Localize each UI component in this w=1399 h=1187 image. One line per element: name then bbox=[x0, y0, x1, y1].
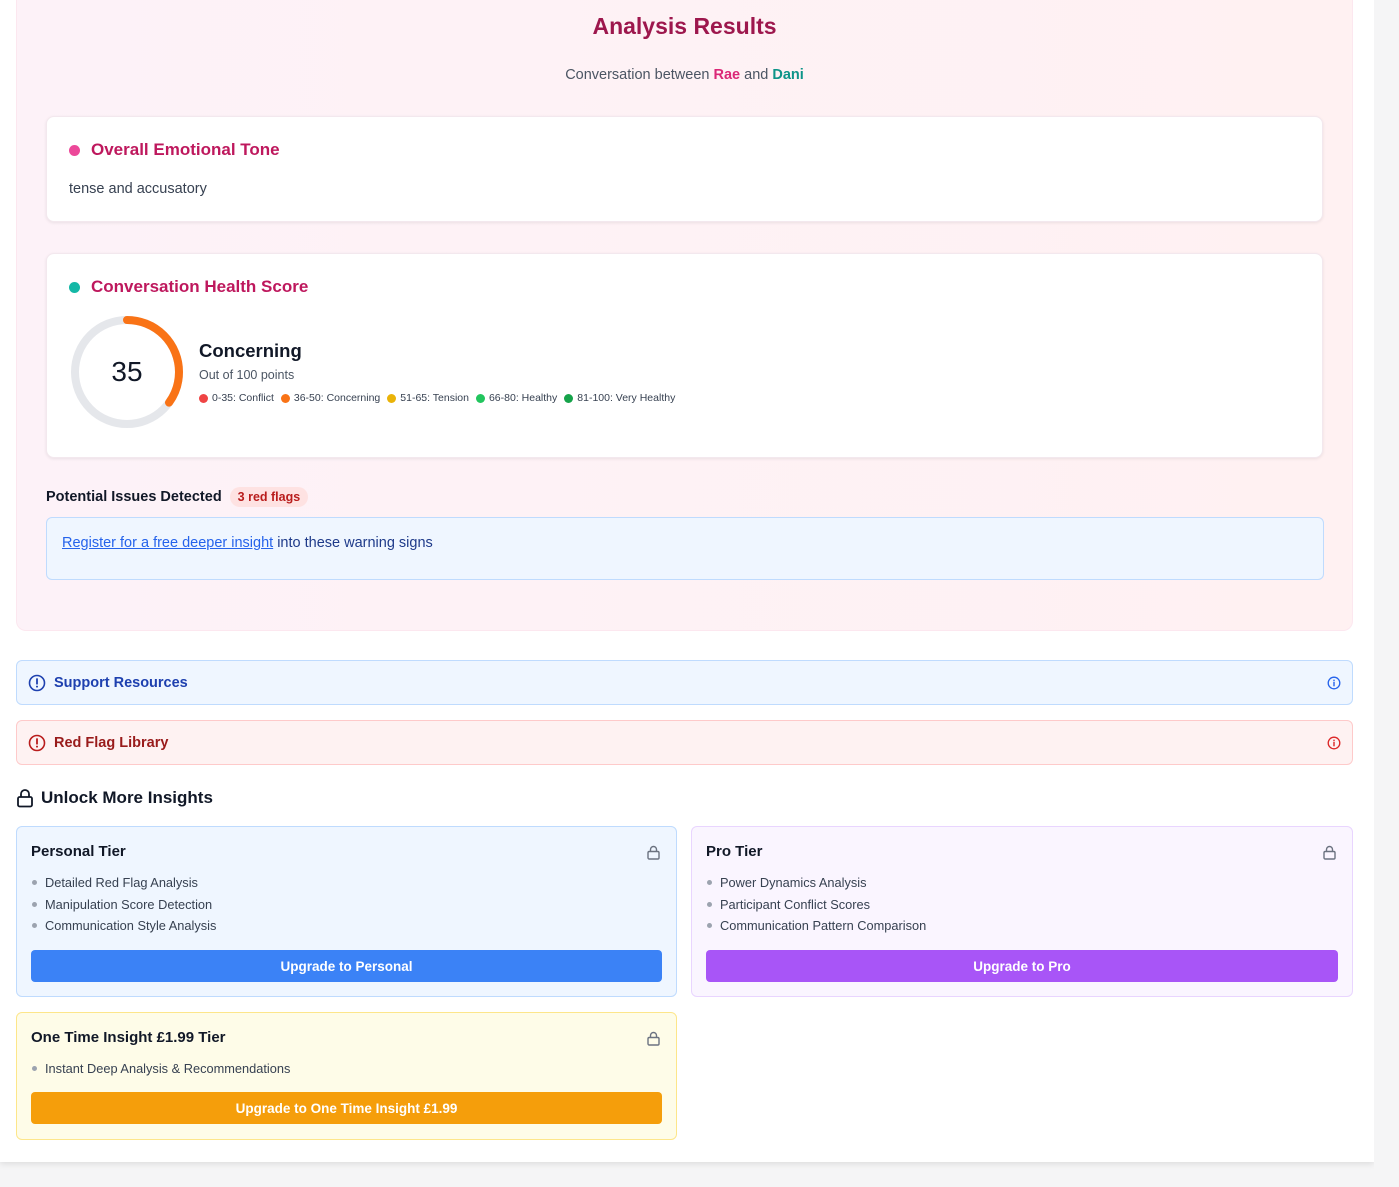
legend-item: 51-65: Tension bbox=[387, 392, 469, 404]
personal-tier-features: Detailed Red Flag Analysis Manipulation … bbox=[31, 872, 662, 937]
pro-tier-features: Power Dynamics Analysis Participant Conf… bbox=[706, 872, 1338, 937]
pro-tier-card: Pro Tier Power Dynamics Analysis Partici… bbox=[691, 826, 1353, 997]
one-time-tier-features: Instant Deep Analysis & Recommendations bbox=[31, 1058, 662, 1080]
red-flag-library-accordion[interactable]: Red Flag Library bbox=[16, 720, 1353, 765]
emotional-tone-card: Overall Emotional Tone tense and accusat… bbox=[46, 116, 1323, 222]
upgrade-one-time-button[interactable]: Upgrade to One Time Insight £1.99 bbox=[31, 1092, 662, 1124]
legend-label: 66-80: Healthy bbox=[488, 392, 558, 404]
info-icon[interactable] bbox=[1327, 736, 1341, 750]
unlock-insights-title: Unlock More Insights bbox=[41, 788, 213, 807]
legend-dot-icon bbox=[475, 393, 485, 403]
health-score-title: Conversation Health Score bbox=[91, 277, 309, 296]
legend-item: 0-35: Conflict bbox=[199, 392, 274, 404]
subtitle-prefix: Conversation between bbox=[565, 67, 710, 83]
alert-circle-icon bbox=[28, 674, 46, 691]
legend-label: 36-50: Concerning bbox=[293, 392, 381, 404]
conversation-subtitle: Conversation between Rae and Dani bbox=[17, 67, 1352, 83]
red-flags-badge: 3 red flags bbox=[229, 487, 309, 507]
scrollbar[interactable] bbox=[1374, 0, 1399, 1187]
personal-tier-title: Personal Tier bbox=[31, 843, 126, 860]
upgrade-personal-button[interactable]: Upgrade to Personal bbox=[31, 950, 662, 982]
lock-icon bbox=[17, 789, 33, 808]
legend-item: 66-80: Healthy bbox=[475, 392, 558, 404]
legend-dot-icon bbox=[564, 393, 574, 403]
legend-dot-icon bbox=[387, 393, 397, 403]
lock-icon bbox=[647, 1031, 660, 1046]
list-item: Instant Deep Analysis & Recommendations bbox=[31, 1058, 662, 1080]
list-item: Participant Conflict Scores bbox=[706, 894, 1338, 916]
legend-label: 0-35: Conflict bbox=[212, 392, 274, 404]
participant-a-name: Rae bbox=[713, 67, 741, 83]
health-dot-icon bbox=[69, 281, 80, 293]
one-time-tier-title: One Time Insight £1.99 Tier bbox=[31, 1029, 226, 1046]
lock-icon bbox=[647, 845, 660, 860]
health-score-number: 35 bbox=[111, 356, 143, 387]
pro-tier-title: Pro Tier bbox=[706, 843, 763, 860]
lock-icon bbox=[1323, 845, 1336, 860]
info-icon[interactable] bbox=[1327, 676, 1341, 690]
register-after-text: into these warning signs bbox=[277, 535, 433, 551]
legend-item: 36-50: Concerning bbox=[280, 392, 381, 404]
list-item: Communication Pattern Comparison bbox=[706, 915, 1338, 937]
analysis-results-panel: Analysis Results Conversation between Ra… bbox=[16, 0, 1353, 631]
legend-dot-icon bbox=[280, 393, 290, 403]
one-time-tier-card: One Time Insight £1.99 Tier Instant Deep… bbox=[16, 1012, 677, 1140]
register-link[interactable]: Register for a free deeper insight bbox=[62, 535, 273, 551]
health-score-legend: 0-35: Conflict 36-50: Concerning 51-65: Te… bbox=[199, 392, 675, 404]
emotional-tone-title: Overall Emotional Tone bbox=[91, 140, 280, 159]
emotional-tone-heading: Overall Emotional Tone bbox=[69, 140, 280, 160]
list-item: Communication Style Analysis bbox=[31, 915, 662, 937]
potential-issues-heading: Potential Issues Detected 3 red flags bbox=[46, 487, 309, 507]
subtitle-join: and bbox=[744, 67, 769, 83]
legend-label: 51-65: Tension bbox=[400, 392, 469, 404]
list-item: Detailed Red Flag Analysis bbox=[31, 872, 662, 894]
health-score-card: Conversation Health Score 35 Concerning … bbox=[46, 253, 1323, 458]
support-resources-label: Support Resources bbox=[54, 674, 188, 691]
legend-label: 81-100: Very Healthy bbox=[577, 392, 676, 404]
page: Analysis Results Conversation between Ra… bbox=[0, 0, 1374, 1162]
personal-tier-card: Personal Tier Detailed Red Flag Analysis… bbox=[16, 826, 677, 997]
legend-dot-icon bbox=[199, 393, 208, 403]
tone-dot-icon bbox=[69, 144, 80, 156]
unlock-insights-heading: Unlock More Insights bbox=[16, 788, 213, 808]
health-score-heading: Conversation Health Score bbox=[69, 277, 308, 297]
upgrade-pro-button[interactable]: Upgrade to Pro bbox=[706, 950, 1338, 982]
list-item: Power Dynamics Analysis bbox=[706, 872, 1338, 894]
list-item: Manipulation Score Detection bbox=[31, 894, 662, 916]
page-title: Analysis Results bbox=[592, 13, 777, 39]
health-score-label: Concerning bbox=[199, 340, 302, 361]
participant-b-name: Dani bbox=[772, 67, 804, 83]
emotional-tone-value: tense and accusatory bbox=[69, 181, 207, 197]
red-flag-library-label: Red Flag Library bbox=[54, 734, 169, 751]
legend-item: 81-100: Very Healthy bbox=[564, 392, 675, 404]
health-score-out-of: Out of 100 points bbox=[199, 368, 295, 382]
alert-circle-icon bbox=[28, 734, 46, 751]
potential-issues-title: Potential Issues Detected bbox=[46, 489, 222, 505]
support-resources-accordion[interactable]: Support Resources bbox=[16, 660, 1353, 705]
register-callout: Register for a free deeper insight into … bbox=[46, 517, 1324, 580]
